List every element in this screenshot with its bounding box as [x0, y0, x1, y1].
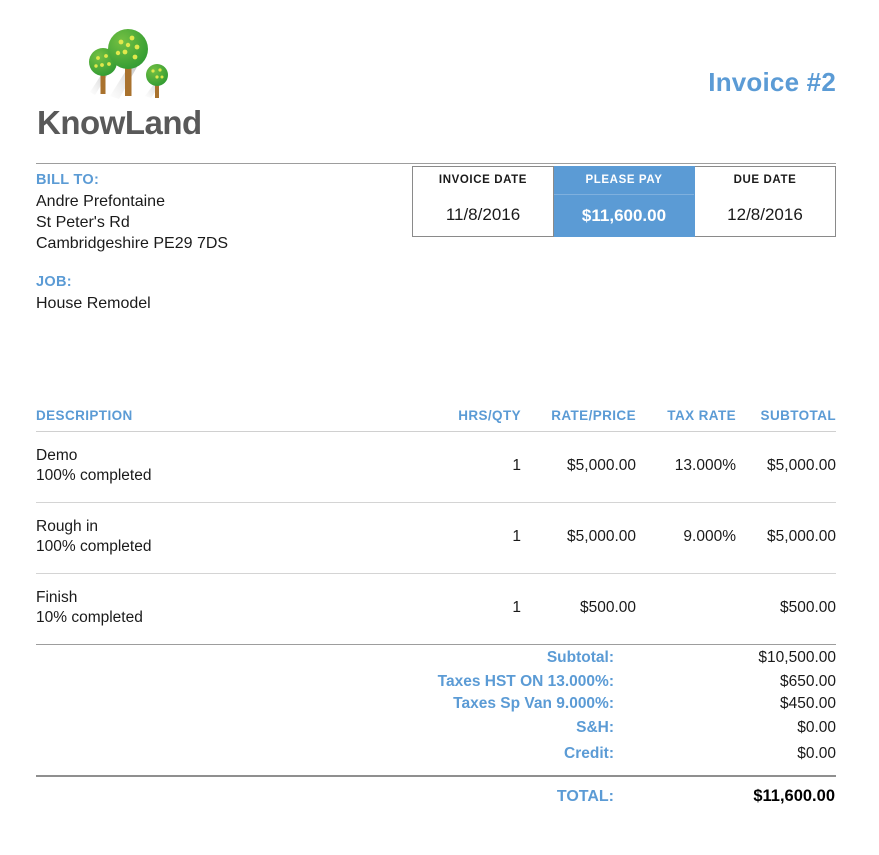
tax-sp-van-value: $450.00: [779, 695, 836, 712]
totals-row-shipping: S&H: $0.00: [36, 715, 836, 741]
company-name: KnowLand: [37, 104, 202, 141]
item-tax-rate: 13.000%: [636, 431, 736, 503]
due-date-label: DUE DATE: [733, 174, 797, 186]
item-tax-rate: 9.000%: [636, 502, 736, 574]
totals-section: Subtotal: $10,500.00 Taxes HST ON 13.000…: [36, 645, 836, 767]
totals-row-subtotal: Subtotal: $10,500.00: [36, 645, 836, 671]
bill-to-city-postcode: Cambridgeshire PE29 7DS: [36, 235, 229, 252]
item-rate-price: $500.00: [521, 573, 636, 645]
shipping-label: S&H:: [576, 719, 614, 736]
invoice-date-label: INVOICE DATE: [438, 174, 528, 186]
item-description-main: Finish: [36, 589, 78, 606]
column-header-subtotal: SUBTOTAL: [736, 408, 836, 432]
item-hrs-qty: 1: [416, 431, 521, 503]
item-description-note: 100% completed: [36, 538, 152, 555]
please-pay-cell: PLEASE PAY $11,600.00: [554, 166, 695, 237]
subtotal-label: Subtotal:: [546, 649, 614, 666]
total-label: TOTAL:: [556, 787, 614, 805]
item-description-main: Rough in: [36, 518, 99, 535]
item-rate-price: $5,000.00: [521, 502, 636, 574]
tax-hst-label: Taxes HST ON 13.000%:: [437, 673, 614, 690]
table-row: Rough in 100% completed 1 $5,000.00 9.00…: [36, 502, 836, 574]
tax-hst-value: $650.00: [779, 673, 836, 690]
subtotal-value: $10,500.00: [758, 649, 836, 666]
totals-table: Subtotal: $10,500.00 Taxes HST ON 13.000…: [36, 645, 836, 767]
item-description-main: Demo: [36, 447, 78, 464]
invoice-date-value: 11/8/2016: [445, 205, 521, 224]
tax-sp-van-label: Taxes Sp Van 9.000%:: [453, 695, 614, 712]
invoice-document: KnowLand Invoice #2 BILL TO: Andre Prefo…: [0, 0, 879, 855]
bill-to-block: BILL TO: Andre Prefontaine St Peter's Rd…: [36, 172, 396, 314]
column-header-tax-rate: TAX RATE: [636, 408, 736, 432]
bill-to-street: St Peter's Rd: [36, 214, 130, 231]
item-description-note: 100% completed: [36, 467, 152, 484]
item-subtotal: $500.00: [736, 573, 836, 645]
due-date-cell: DUE DATE 12/8/2016: [695, 166, 836, 237]
header-divider: [36, 163, 836, 164]
line-items-section: DESCRIPTION HRS/QTY RATE/PRICE TAX RATE …: [36, 408, 836, 645]
credit-label: Credit:: [564, 745, 614, 762]
column-header-description: DESCRIPTION: [36, 408, 416, 432]
item-hrs-qty: 1: [416, 573, 521, 645]
totals-row-tax-sp-van: Taxes Sp Van 9.000%: $450.00: [36, 693, 836, 715]
item-hrs-qty: 1: [416, 502, 521, 574]
item-description: Finish 10% completed: [36, 573, 416, 645]
please-pay-label: PLEASE PAY: [554, 167, 694, 195]
three-trees-icon: [67, 20, 187, 108]
total-value: $11,600.00: [753, 787, 835, 805]
please-pay-value: $11,600.00: [581, 205, 667, 225]
shipping-value: $0.00: [797, 719, 836, 736]
table-row: Demo 100% completed 1 $5,000.00 13.000% …: [36, 431, 836, 503]
item-subtotal: $5,000.00: [736, 502, 836, 574]
item-description: Demo 100% completed: [36, 431, 416, 503]
item-description: Rough in 100% completed: [36, 502, 416, 574]
table-row: Finish 10% completed 1 $500.00 $500.00: [36, 573, 836, 645]
company-logo: KnowLand: [37, 18, 242, 146]
column-header-hrs-qty: HRS/QTY: [416, 408, 521, 432]
job-label: JOB:: [36, 274, 72, 290]
totals-row-tax-hst: Taxes HST ON 13.000%: $650.00: [36, 671, 836, 693]
item-subtotal: $5,000.00: [736, 431, 836, 503]
payment-summary-box: INVOICE DATE 11/8/2016 PLEASE PAY $11,60…: [412, 166, 836, 237]
bill-to-label: BILL TO:: [36, 172, 100, 188]
total-divider: [36, 775, 836, 777]
bill-to-name: Andre Prefontaine: [36, 193, 165, 210]
item-description-note: 10% completed: [36, 609, 143, 626]
invoice-header: KnowLand Invoice #2: [0, 0, 879, 158]
item-tax-rate: [636, 573, 736, 645]
item-rate-price: $5,000.00: [521, 431, 636, 503]
column-header-rate-price: RATE/PRICE: [521, 408, 636, 432]
line-items-table: DESCRIPTION HRS/QTY RATE/PRICE TAX RATE …: [36, 408, 836, 645]
due-date-value: 12/8/2016: [727, 205, 803, 224]
totals-row-credit: Credit: $0.00: [36, 741, 836, 767]
table-header-row: DESCRIPTION HRS/QTY RATE/PRICE TAX RATE …: [36, 408, 836, 432]
invoice-title: Invoice #2: [708, 67, 836, 97]
job-value: House Remodel: [36, 295, 151, 312]
grand-total-row: TOTAL: $11,600.00: [36, 786, 836, 807]
credit-value: $0.00: [797, 745, 836, 762]
invoice-date-cell: INVOICE DATE 11/8/2016: [412, 166, 554, 237]
